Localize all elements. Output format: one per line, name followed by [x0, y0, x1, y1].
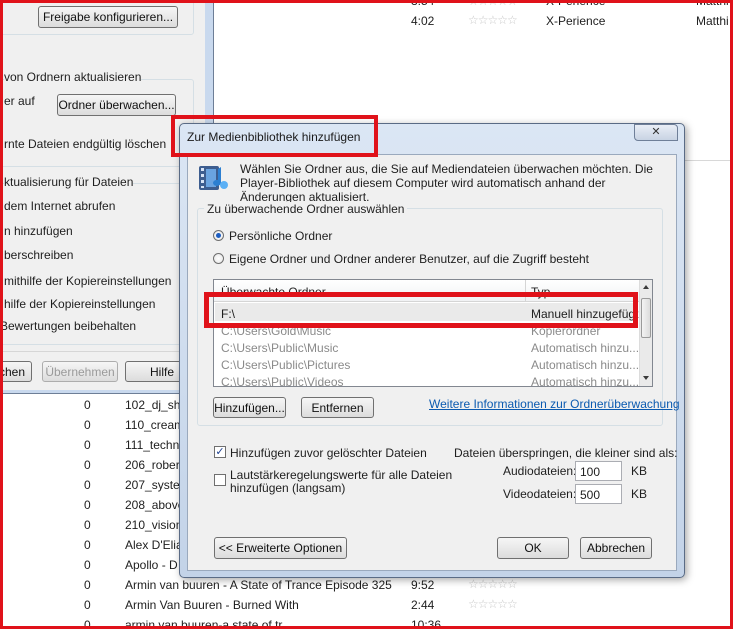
- folder-row-highlight-box: [204, 292, 638, 328]
- title-highlight-box: [171, 115, 378, 157]
